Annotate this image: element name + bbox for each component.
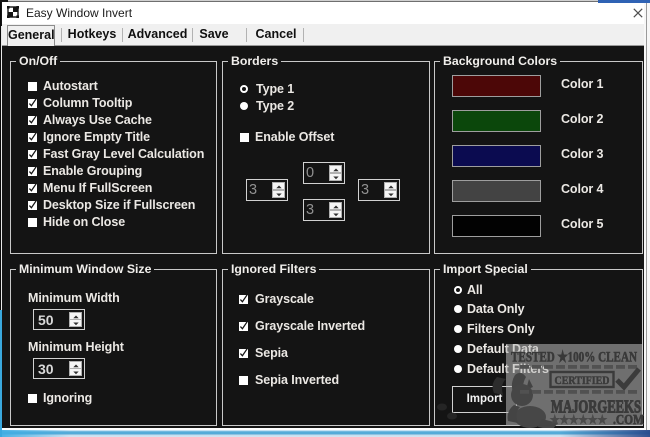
svg-text:TESTED ★100% CLEAN: TESTED ★100% CLEAN <box>511 350 637 366</box>
svg-text:CERTIFIED: CERTIFIED <box>555 375 610 387</box>
svg-text:★★★★★★: ★★★★★★ <box>550 414 608 427</box>
svg-text:.COM: .COM <box>613 413 644 428</box>
